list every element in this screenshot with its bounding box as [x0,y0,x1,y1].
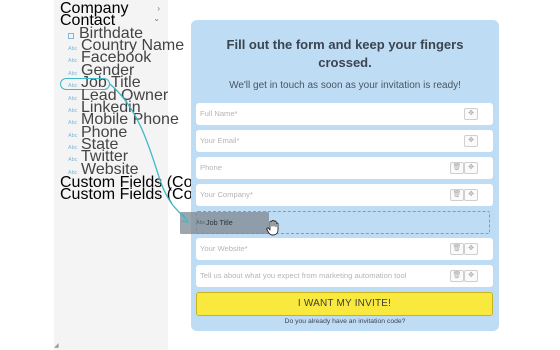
form-field-phone[interactable]: Phone 🗑 ✥ [196,157,493,179]
grab-hand-icon [266,220,279,236]
move-icon[interactable]: ✥ [464,243,478,255]
invite-submit-button[interactable]: I WANT MY INVITE! [196,292,493,316]
field-placeholder: Your Email* [200,136,240,145]
field-placeholder: Tell us about what you expect from marke… [200,271,407,280]
resize-corner-icon[interactable]: ◢ [54,342,59,349]
sidebar-group-custom-contact[interactable]: Custom Fields (Contact) › [54,187,233,203]
field-placeholder: Phone [200,163,222,172]
move-icon[interactable]: ✥ [464,162,478,174]
form-field-full-name[interactable]: Full Name* ✥ [196,103,493,125]
trash-icon[interactable]: 🗑 [450,243,464,255]
trash-icon[interactable]: 🗑 [450,270,464,282]
form-field-expectations[interactable]: Tell us about what you expect from marke… [196,265,493,287]
text-type-icon: Abc [196,220,206,226]
form-field-email[interactable]: Your Email* ✥ [196,130,493,152]
field-placeholder: Full Name* [200,109,238,118]
move-icon[interactable]: ✥ [464,135,478,147]
field-placeholder: Your Company* [200,190,253,199]
form-subtitle: We'll get in touch as soon as your invit… [229,80,461,91]
move-icon[interactable]: ✥ [464,189,478,201]
trash-icon[interactable]: 🗑 [450,162,464,174]
form-title: Fill out the form and keep your fingers … [226,37,464,70]
dragged-field-chip[interactable]: Abc Job Title [180,212,269,234]
move-icon[interactable]: ✥ [464,108,478,120]
move-icon[interactable]: ✥ [464,270,478,282]
calendar-icon [68,33,74,39]
chevron-right-icon: › [157,190,160,199]
invitation-code-link[interactable]: Do you already have an invitation code? [200,318,490,325]
form-field-company[interactable]: Your Company* 🗑 ✥ [196,184,493,206]
field-placeholder: Your Website* [200,244,248,253]
dragged-field-name: Job Title [206,218,233,227]
form-field-website[interactable]: Your Website* 🗑 ✥ [196,238,493,260]
trash-icon[interactable]: 🗑 [450,189,464,201]
chevron-down-icon: ⌄ [153,14,160,23]
